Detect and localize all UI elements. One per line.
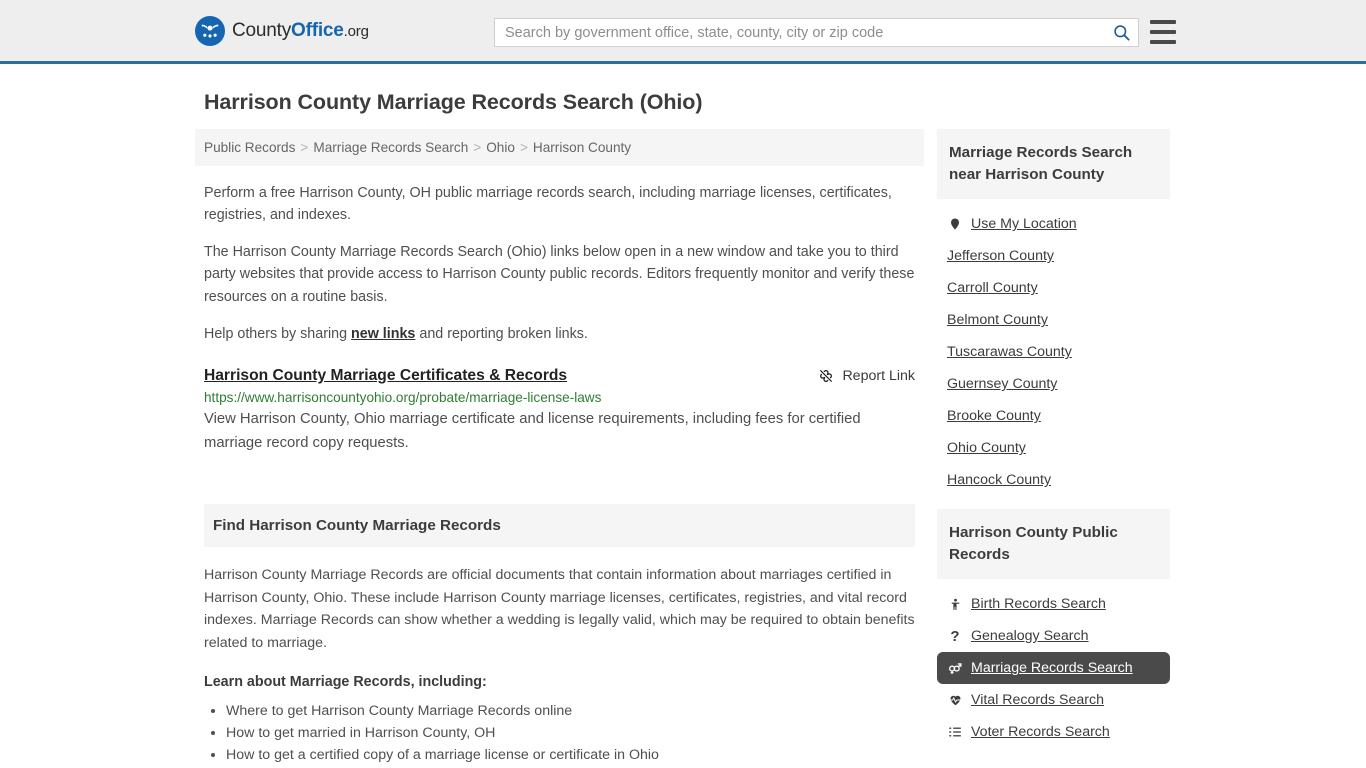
sidebar-box-public-records: Harrison County Public Records Birth Rec… — [937, 509, 1170, 748]
eagle-shield-logo-icon — [195, 15, 225, 46]
venus-mars-icon — [947, 661, 963, 675]
sidebar-box-nearby: Marriage Records Search near Harrison Co… — [937, 129, 1170, 496]
search-button[interactable] — [1104, 19, 1138, 46]
search-bar — [494, 18, 1139, 47]
map-pin-icon — [947, 216, 963, 232]
hamburger-bar — [1150, 30, 1176, 34]
sidebar-item-birth-records-search[interactable]: Birth Records Search — [937, 588, 1170, 620]
logo-text-org: .org — [343, 22, 369, 40]
search-icon — [1113, 25, 1130, 41]
content-columns: Public Records > Marriage Records Search > O… — [195, 129, 1171, 768]
new-links-link[interactable]: new links — [351, 326, 415, 342]
section-heading: Find Harrison County Marriage Records — [204, 503, 915, 547]
sidebar-item-genealogy-search[interactable]: ? Genealogy Search — [937, 620, 1170, 652]
site-logo[interactable]: CountyOffice.org — [195, 15, 369, 46]
sidebar-item-voter-records-search[interactable]: Voter Records Search — [937, 716, 1170, 748]
sidebar-item-label: Jefferson County — [947, 248, 1054, 265]
section-body: Harrison County Marriage Records are off… — [204, 564, 915, 768]
baby-icon — [947, 597, 963, 612]
report-link-label: Report Link — [842, 367, 915, 384]
sidebar-item-tuscarawas-county[interactable]: Tuscarawas County — [937, 336, 1170, 368]
sidebar-item-carroll-county[interactable]: Carroll County — [937, 272, 1170, 304]
sidebar-public-records-list: Birth Records Search ? Genealogy Search — [937, 579, 1170, 748]
list-item: How to get a certified copy of a marriag… — [226, 745, 915, 765]
breadcrumb-separator: > — [473, 140, 482, 155]
sidebar-item-label: Use My Location — [971, 216, 1077, 233]
page-container: Harrison County Marriage Records Search … — [0, 90, 1366, 768]
heartbeat-icon — [947, 693, 963, 707]
intro-paragraph-3: Help others by sharing new links and rep… — [204, 323, 915, 345]
page-title: Harrison County Marriage Records Search … — [204, 90, 703, 114]
sidebar-public-records-heading: Harrison County Public Records — [937, 509, 1170, 580]
sidebar: Marriage Records Search near Harrison Co… — [937, 129, 1170, 748]
section-paragraph: Harrison County Marriage Records are off… — [204, 566, 915, 652]
breadcrumb-separator: > — [300, 140, 309, 155]
list-icon — [947, 725, 963, 739]
breadcrumb-item-marriage-records-search[interactable]: Marriage Records Search — [313, 140, 468, 155]
logo-text-county: County — [232, 19, 292, 41]
sidebar-item-label: Voter Records Search — [971, 724, 1110, 741]
hamburger-bar — [1150, 20, 1176, 24]
breadcrumb-item-harrison-county: Harrison County — [532, 140, 632, 155]
sidebar-item-vital-records-search[interactable]: Vital Records Search — [937, 684, 1170, 716]
sidebar-item-label: Ohio County — [947, 440, 1026, 457]
broken-link-icon — [820, 369, 833, 382]
report-link-button[interactable]: Report Link — [818, 367, 915, 384]
intro-paragraph-1: Perform a free Harrison County, OH publi… — [204, 185, 892, 224]
sidebar-item-label: Marriage Records Search — [971, 660, 1133, 677]
hamburger-menu-icon[interactable] — [1150, 20, 1176, 44]
result-item: Harrison County Marriage Certificates & … — [204, 367, 915, 456]
sidebar-item-label: Tuscarawas County — [947, 344, 1072, 361]
sidebar-nearby-heading: Marriage Records Search near Harrison Co… — [937, 129, 1170, 200]
sidebar-item-guernsey-county[interactable]: Guernsey County — [937, 368, 1170, 400]
sidebar-item-label: Birth Records Search — [971, 596, 1106, 613]
sidebar-item-belmont-county[interactable]: Belmont County — [937, 304, 1170, 336]
sidebar-item-label: Carroll County — [947, 280, 1038, 297]
share-text-after: and reporting broken links. — [415, 325, 588, 342]
hamburger-bar — [1150, 40, 1176, 44]
logo-text-office: Office — [291, 19, 344, 41]
breadcrumb-item-public-records[interactable]: Public Records — [204, 140, 295, 155]
share-text-before: Help others by sharing — [204, 325, 352, 342]
result-description: View Harrison County, Ohio marriage cert… — [204, 410, 861, 451]
sidebar-item-ohio-county[interactable]: Ohio County — [937, 432, 1170, 464]
list-item: Where to get Harrison County Marriage Re… — [226, 701, 915, 721]
result-url: https://www.harrisoncountyohio.org/proba… — [204, 389, 602, 405]
sidebar-item-marriage-records-search[interactable]: Marriage Records Search — [937, 652, 1170, 685]
search-input[interactable] — [495, 19, 1104, 46]
list-item: How to get married in Harrison County, O… — [226, 723, 915, 743]
breadcrumb-item-ohio[interactable]: Ohio — [486, 140, 515, 155]
result-header: Harrison County Marriage Certificates & … — [204, 367, 915, 385]
intro-paragraph-2: The Harrison County Marriage Records Sea… — [204, 244, 915, 305]
sidebar-nearby-list: Use My Location Jefferson County Carroll… — [937, 199, 1170, 496]
sidebar-item-label: Guernsey County — [947, 376, 1058, 393]
site-header: CountyOffice.org — [0, 0, 1366, 64]
learn-label: Learn about Marriage Records, including: — [204, 673, 487, 690]
sidebar-item-use-my-location[interactable]: Use My Location — [937, 208, 1170, 240]
breadcrumb: Public Records > Marriage Records Search > O… — [195, 129, 924, 166]
sidebar-item-hancock-county[interactable]: Hancock County — [937, 464, 1170, 496]
result-title-link[interactable]: Harrison County Marriage Certificates & … — [204, 367, 567, 385]
question-mark-icon: ? — [950, 627, 960, 645]
breadcrumb-separator: > — [519, 140, 528, 155]
logo-wordmark: CountyOffice.org — [232, 20, 369, 42]
sidebar-item-label: Vital Records Search — [971, 692, 1105, 709]
sidebar-item-label: Genealogy Search — [971, 628, 1089, 645]
sidebar-item-jefferson-county[interactable]: Jefferson County — [937, 240, 1170, 272]
sidebar-item-label: Hancock County — [947, 472, 1052, 489]
sidebar-item-label: Brooke County — [947, 408, 1041, 425]
learn-list: Where to get Harrison County Marriage Re… — [226, 701, 915, 768]
sidebar-item-label: Belmont County — [947, 312, 1048, 329]
sidebar-item-brooke-county[interactable]: Brooke County — [937, 400, 1170, 432]
main-column: Public Records > Marriage Records Search > O… — [195, 129, 924, 768]
